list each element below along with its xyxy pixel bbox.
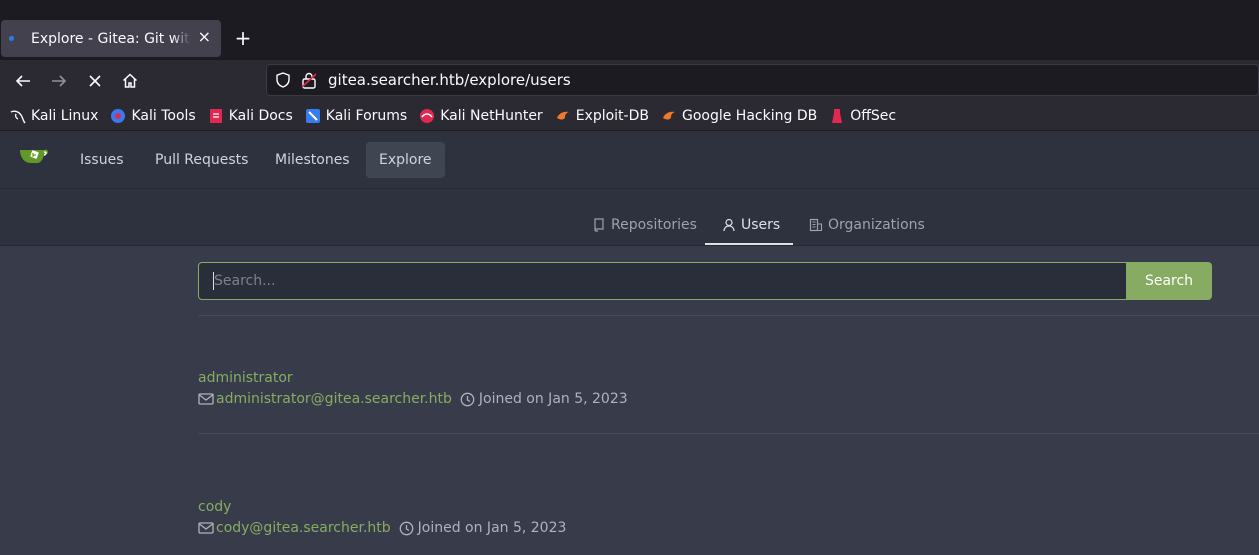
- divider: [198, 315, 1259, 316]
- repo-icon: [594, 218, 604, 232]
- user-meta: administrator@gitea.searcher.htb Joined …: [198, 391, 628, 407]
- clock-icon: [460, 392, 475, 406]
- new-tab-button[interactable]: +: [232, 27, 254, 49]
- mail-icon: [198, 522, 214, 534]
- user-meta: cody@gitea.searcher.htb Joined on Jan 5,…: [198, 520, 566, 536]
- organization-icon: [809, 218, 823, 232]
- exploit-db-icon: [555, 108, 571, 124]
- browser-tab[interactable]: Explore - Gitea: Git with a cup of tea ×: [1, 20, 221, 57]
- address-bar[interactable]: gitea.searcher.htb/explore/users: [266, 64, 1259, 96]
- bookmark-kali-docs[interactable]: Kali Docs: [208, 108, 293, 124]
- person-icon: [723, 218, 735, 232]
- shield-icon[interactable]: [274, 71, 292, 93]
- kali-docs-icon: [208, 108, 224, 124]
- tab-close-icon[interactable]: ×: [198, 28, 211, 46]
- tab-organizations[interactable]: Organizations: [809, 205, 925, 245]
- nav-pull-requests[interactable]: Pull Requests: [142, 142, 261, 178]
- back-arrow-icon[interactable]: [10, 68, 36, 94]
- forward-arrow-icon[interactable]: [46, 68, 72, 94]
- divider: [198, 433, 1259, 434]
- mail-icon: [198, 393, 214, 405]
- bookmark-exploit-db[interactable]: Exploit-DB: [555, 108, 649, 124]
- gitea-logo-icon[interactable]: [18, 144, 50, 172]
- user-name-link[interactable]: cody: [198, 499, 231, 515]
- search-input[interactable]: Search...: [198, 262, 1127, 300]
- nav-issues[interactable]: Issues: [67, 142, 137, 178]
- bookmark-offsec[interactable]: OffSec: [829, 108, 896, 124]
- ghdb-icon: [661, 108, 677, 124]
- search-placeholder: Search...: [214, 273, 276, 289]
- bookmark-kali-forums[interactable]: Kali Forums: [305, 108, 407, 124]
- clock-icon: [399, 521, 413, 535]
- user-joined-date: Joined on Jan 5, 2023: [417, 520, 567, 536]
- bookmark-kali-linux[interactable]: Kali Linux: [10, 108, 98, 124]
- tab-title: Explore - Gitea: Git with a cup of tea: [31, 30, 191, 47]
- home-icon[interactable]: [117, 68, 143, 94]
- bookmark-kali-nethunter[interactable]: Kali NetHunter: [419, 108, 543, 124]
- user-email-link[interactable]: administrator@gitea.searcher.htb: [216, 391, 452, 407]
- kali-dragon-icon: [10, 108, 26, 124]
- kali-tools-icon: [110, 108, 126, 124]
- nav-milestones[interactable]: Milestones: [262, 142, 363, 178]
- kali-forums-icon: [305, 108, 321, 124]
- offsec-icon: [829, 108, 845, 124]
- insecure-lock-icon[interactable]: [301, 71, 317, 93]
- kali-nethunter-icon: [419, 108, 435, 124]
- tab-users[interactable]: Users: [722, 205, 780, 245]
- nav-explore[interactable]: Explore: [366, 142, 445, 178]
- user-email-link[interactable]: cody@gitea.searcher.htb: [216, 520, 391, 536]
- bookmark-google-hacking-db[interactable]: Google Hacking DB: [661, 108, 817, 124]
- user-joined-date: Joined on Jan 5, 2023: [478, 391, 628, 407]
- bookmark-kali-tools[interactable]: Kali Tools: [110, 108, 196, 124]
- tab-repositories[interactable]: Repositories: [592, 205, 697, 245]
- search-button[interactable]: Search: [1126, 262, 1212, 300]
- stop-loading-icon[interactable]: [82, 68, 108, 94]
- url-text[interactable]: gitea.searcher.htb/explore/users: [328, 71, 571, 89]
- active-tab-indicator: [705, 243, 793, 245]
- user-name-link[interactable]: administrator: [198, 370, 293, 386]
- bookmarks-bar: Kali Linux Kali Tools Kali Docs Kali For…: [0, 102, 1259, 131]
- tab-favicon-icon: [9, 36, 14, 41]
